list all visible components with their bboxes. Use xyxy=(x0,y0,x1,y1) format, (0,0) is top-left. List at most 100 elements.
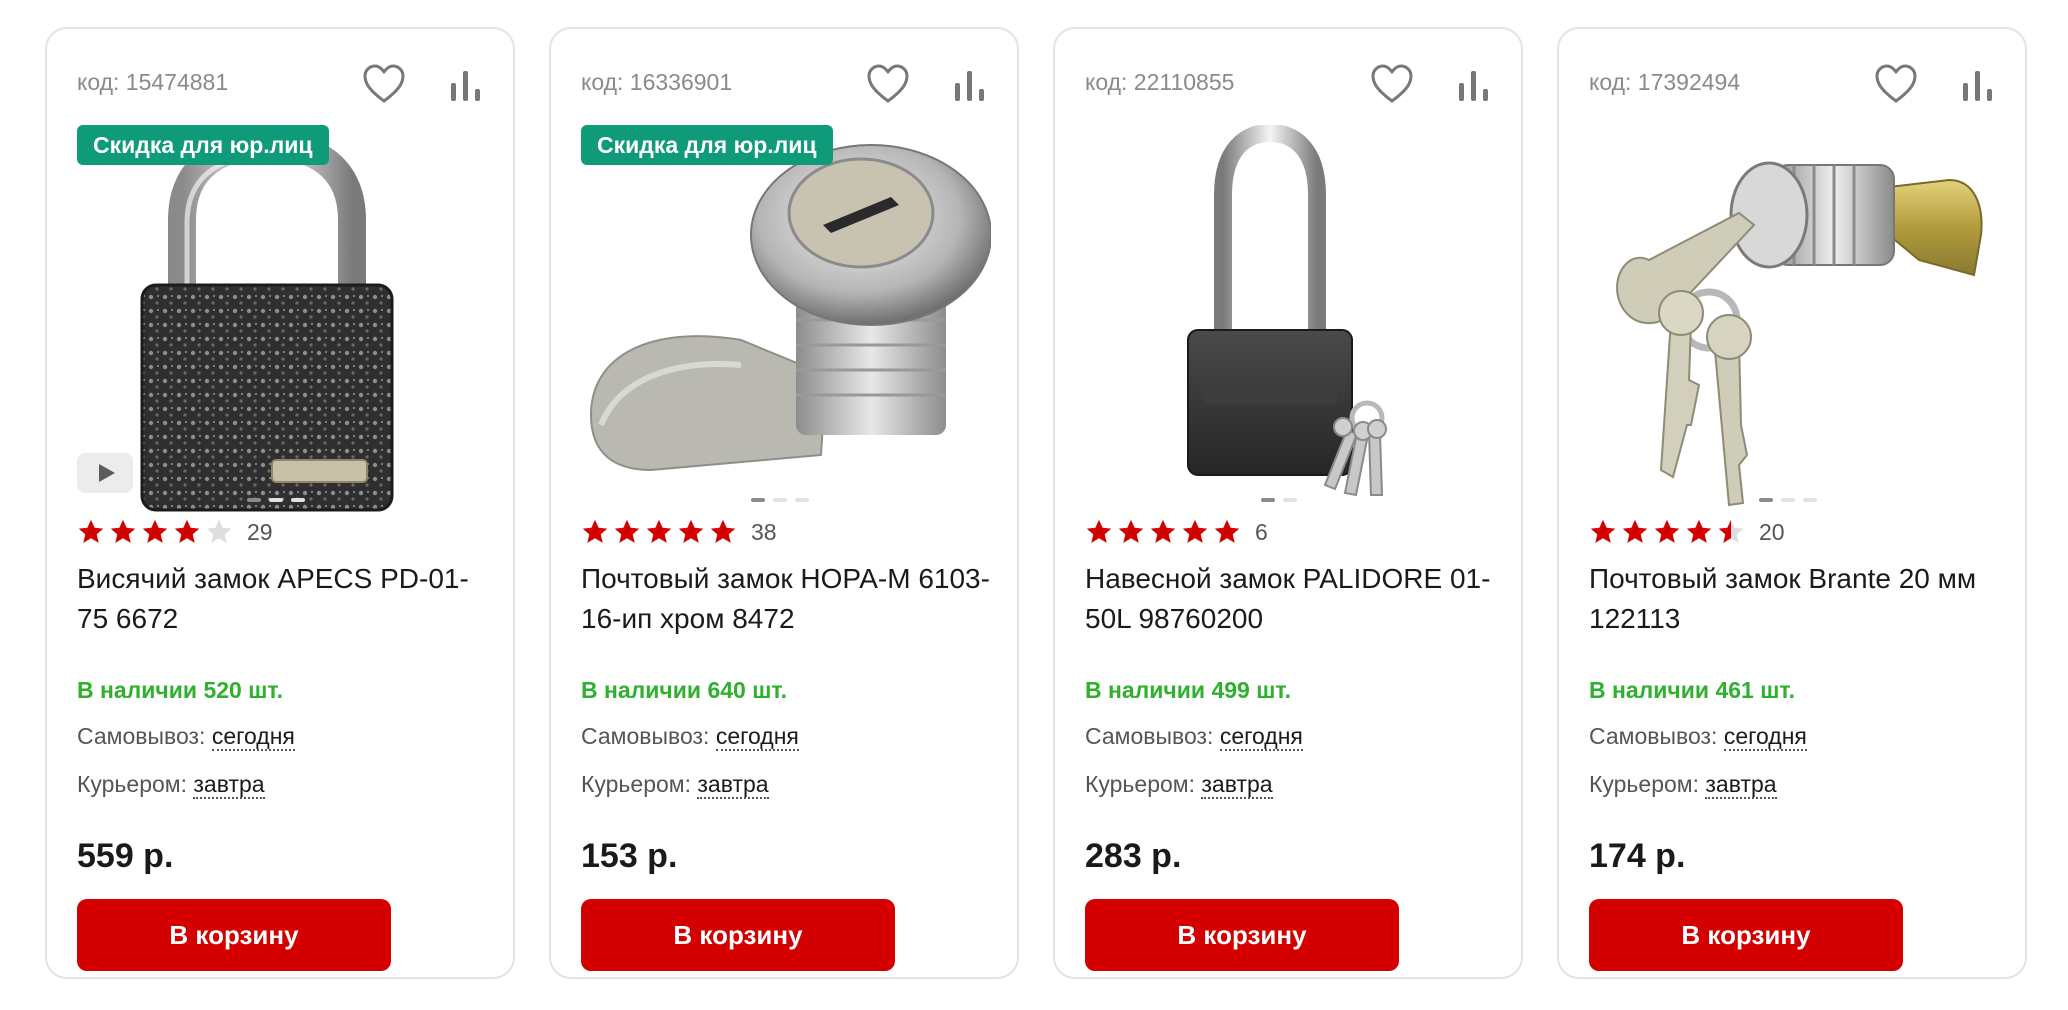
stock-status: В наличии 520 шт. xyxy=(77,677,284,703)
product-image[interactable] xyxy=(77,125,487,525)
compare-bars-icon[interactable] xyxy=(1453,63,1495,107)
product-code: код: 17392494 xyxy=(1589,69,1741,95)
slide-dot[interactable] xyxy=(1759,498,1773,502)
star-icon xyxy=(1086,519,1112,543)
stock-status: В наличии 499 шт. xyxy=(1085,677,1292,703)
slide-dot[interactable] xyxy=(751,498,765,502)
stock-status: В наличии 640 шт. xyxy=(581,677,788,703)
rating-count: 29 xyxy=(247,518,273,545)
product-title[interactable]: Почтовый замок НОРА-М 6103-16-ип хром 84… xyxy=(581,559,991,639)
courier-info: Курьером: завтра xyxy=(1085,771,1273,799)
courier-label: Курьером: xyxy=(581,771,691,797)
star-icon xyxy=(1718,519,1744,543)
pickup-info: Самовывоз: сегодня xyxy=(1085,723,1303,751)
star-icon xyxy=(1686,519,1712,543)
product-price: 559 р. xyxy=(77,837,174,875)
product-title[interactable]: Навесной замок PALIDORE 01-50L 98760200 xyxy=(1085,559,1495,639)
product-image[interactable] xyxy=(1085,123,1495,525)
compare-bars-icon[interactable] xyxy=(1957,63,1999,107)
add-to-cart-button[interactable]: В корзину xyxy=(77,899,391,971)
slide-dot[interactable] xyxy=(1283,498,1297,502)
star-icon xyxy=(1182,519,1208,543)
heart-icon[interactable] xyxy=(1369,61,1415,107)
courier-label: Курьером: xyxy=(1085,771,1195,797)
product-code: код: 16336901 xyxy=(581,69,733,95)
slide-dot[interactable] xyxy=(1261,498,1275,502)
courier-label: Курьером: xyxy=(77,771,187,797)
star-icon xyxy=(678,519,704,543)
pickup-date-link[interactable]: сегодня xyxy=(1219,723,1303,751)
rating-count: 6 xyxy=(1255,518,1268,545)
courier-info: Курьером: завтра xyxy=(1589,771,1777,799)
star-icon xyxy=(206,519,232,543)
star-icon xyxy=(78,519,104,543)
compare-bars-icon[interactable] xyxy=(445,63,487,107)
product-image[interactable] xyxy=(581,125,992,525)
courier-info: Курьером: завтра xyxy=(77,771,265,799)
compare-bars-icon[interactable] xyxy=(949,63,991,107)
star-icon xyxy=(142,519,168,543)
rating: 6 xyxy=(1085,515,1268,549)
courier-date-link[interactable]: завтра xyxy=(1705,771,1777,799)
add-to-cart-button[interactable]: В корзину xyxy=(1085,899,1399,971)
product-card: код: 15474881 Скидка для юр.лиц 29 Висяч… xyxy=(45,27,515,979)
product-title[interactable]: Почтовый замок Brante 20 мм 122113 xyxy=(1589,559,1999,639)
pickup-label: Самовывоз: xyxy=(1085,723,1214,749)
star-icon xyxy=(1622,519,1648,543)
stock-status: В наличии 461 шт. xyxy=(1589,677,1796,703)
product-price: 283 р. xyxy=(1085,837,1182,875)
rating: 20 xyxy=(1589,515,1785,549)
slide-dot[interactable] xyxy=(1803,498,1817,502)
slide-dot[interactable] xyxy=(247,498,261,502)
star-icon xyxy=(710,519,736,543)
pickup-date-link[interactable]: сегодня xyxy=(1723,723,1807,751)
pickup-label: Самовывоз: xyxy=(77,723,206,749)
courier-info: Курьером: завтра xyxy=(581,771,769,799)
pickup-date-link[interactable]: сегодня xyxy=(715,723,799,751)
heart-icon[interactable] xyxy=(1873,61,1919,107)
pickup-info: Самовывоз: сегодня xyxy=(581,723,799,751)
rating: 29 xyxy=(77,515,273,549)
product-price: 153 р. xyxy=(581,837,678,875)
product-grid: код: 15474881 Скидка для юр.лиц 29 Висяч… xyxy=(0,0,2068,1010)
slide-dot[interactable] xyxy=(269,498,283,502)
rating-count: 20 xyxy=(1759,518,1785,545)
discount-badge: Скидка для юр.лиц xyxy=(581,125,833,165)
product-image[interactable] xyxy=(1589,125,1999,525)
star-icon xyxy=(1214,519,1240,543)
heart-icon[interactable] xyxy=(865,61,911,107)
pickup-label: Самовывоз: xyxy=(1589,723,1718,749)
star-icon xyxy=(646,519,672,543)
product-price: 174 р. xyxy=(1589,837,1686,875)
slide-dot[interactable] xyxy=(773,498,787,502)
star-icon xyxy=(174,519,200,543)
product-code: код: 22110855 xyxy=(1085,69,1235,95)
pickup-date-link[interactable]: сегодня xyxy=(211,723,295,751)
slide-dot[interactable] xyxy=(291,498,305,502)
rating-count: 38 xyxy=(751,518,777,545)
star-icon xyxy=(110,519,136,543)
add-to-cart-button[interactable]: В корзину xyxy=(581,899,895,971)
star-icon xyxy=(582,519,608,543)
slide-dot[interactable] xyxy=(795,498,809,502)
star-icon xyxy=(1150,519,1176,543)
image-slider-dots xyxy=(247,498,305,504)
product-title[interactable]: Висячий замок APECS PD-01-75 6672 xyxy=(77,559,487,639)
star-icon xyxy=(1654,519,1680,543)
courier-date-link[interactable]: завтра xyxy=(193,771,265,799)
courier-label: Курьером: xyxy=(1589,771,1699,797)
play-icon[interactable] xyxy=(77,453,133,493)
courier-date-link[interactable]: завтра xyxy=(1201,771,1273,799)
slide-dot[interactable] xyxy=(1781,498,1795,502)
product-code: код: 15474881 xyxy=(77,69,229,95)
image-slider-dots xyxy=(1261,498,1297,504)
star-icon xyxy=(1590,519,1616,543)
courier-date-link[interactable]: завтра xyxy=(697,771,769,799)
image-slider-dots xyxy=(1759,498,1817,504)
rating: 38 xyxy=(581,515,777,549)
pickup-info: Самовывоз: сегодня xyxy=(77,723,295,751)
product-card: код: 17392494 20 Почтовый замок Brante 2… xyxy=(1557,27,2027,979)
heart-icon[interactable] xyxy=(361,61,407,107)
pickup-info: Самовывоз: сегодня xyxy=(1589,723,1807,751)
add-to-cart-button[interactable]: В корзину xyxy=(1589,899,1903,971)
